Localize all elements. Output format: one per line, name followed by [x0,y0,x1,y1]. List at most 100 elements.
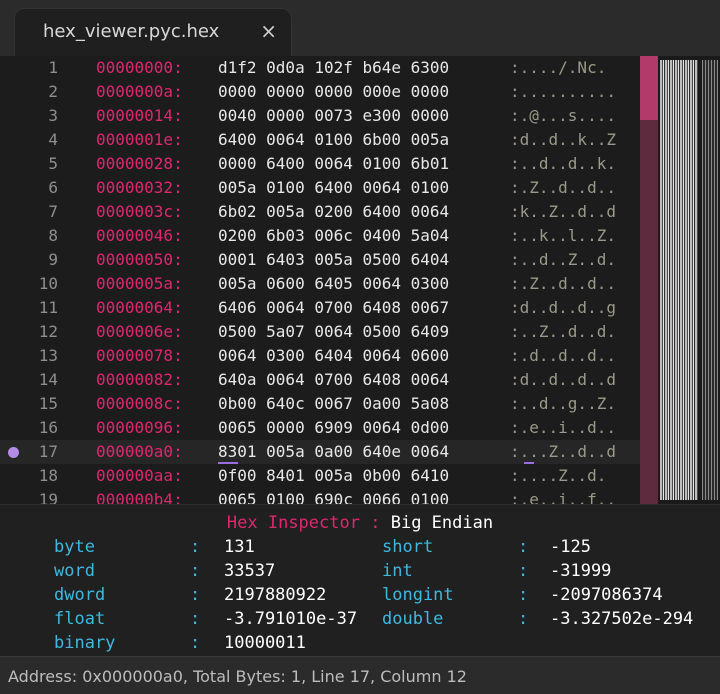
close-icon[interactable]: × [260,19,277,43]
hex-line[interactable]: 17 000000a0: 8301 005a 0a00 640e 0064:...Z… [0,440,640,464]
line-ascii: :d..d..k..Z [510,130,616,149]
line-ascii: :.@...s.... [510,106,616,125]
line-number: 10 [38,274,58,293]
line-number: 19 [38,490,58,504]
line-address: 00000028: [96,154,183,173]
line-ascii: :..../.Nc. [510,58,607,77]
line-hex-bytes: 6400 0064 0100 6b00 005a [218,130,450,149]
minimap-content [660,60,698,500]
line-hex-bytes: 0200 6b03 006c 0400 5a04 [218,226,450,245]
line-number: 4 [48,130,58,149]
line-ascii: :.e..i..d.. [510,418,616,437]
line-number: 1 [48,58,58,77]
hex-line[interactable]: 5 00000028: 0000 6400 0064 0100 6b01:..d..… [0,152,640,176]
line-address: 00000064: [96,298,183,317]
line-ascii: :.......... [510,82,616,101]
line-ascii: :k..Z..d..d [510,202,616,221]
hex-line[interactable]: 10 0000005a: 005a 0600 6405 0064 0300:.Z..… [0,272,640,296]
inspector-right-label: int [382,561,413,581]
line-hex-bytes: 0064 0300 6404 0064 0600 [218,346,450,365]
inspector-left-label: byte [54,537,95,557]
minimap[interactable] [658,56,720,504]
inspector-left-label: binary [54,633,116,653]
line-address: 000000a0: [96,442,183,461]
line-number: 7 [48,202,58,221]
line-number: 14 [38,370,58,389]
inspector-left-value: 131 [224,537,255,557]
hex-line[interactable]: 16 00000096: 0065 0000 6909 0064 0d00:.e..… [0,416,640,440]
inspector-left-value: 33537 [224,561,276,581]
line-hex-bytes: 005a 0600 6405 0064 0300 [218,274,450,293]
line-ascii: :.d..d..d.. [510,346,616,365]
line-address: 00000046: [96,226,183,245]
line-address: 00000078: [96,346,183,365]
hex-line[interactable]: 4 0000001e: 6400 0064 0100 6b00 005a :d..d.… [0,128,640,152]
inspector-right-label: double [382,609,444,629]
tab-hex-viewer[interactable]: hex_viewer.pyc.hex × [14,8,292,56]
line-ascii: :d..d..d..d [510,370,616,389]
line-address: 000000aa: [96,466,183,485]
inspector-endian[interactable]: Big Endian [391,513,493,533]
inspector-colon: : [518,609,529,629]
tab-bar: hex_viewer.pyc.hex × [0,0,720,56]
inspector-left-label: float [54,609,106,629]
line-hex-bytes: 6406 0064 0700 6408 0067 [218,298,450,317]
inspector-right-value: -2097086374 [550,585,663,605]
hex-line[interactable]: 19 000000b4: 0065 0100 690c 0066 0100:.e..… [0,488,640,504]
scrollbar[interactable] [640,56,658,504]
line-ascii: :..d..Z..d. [510,250,616,269]
hex-inspector-panel: Hex Inspector : Big Endian byte: 131 word:… [0,504,720,656]
line-address: 00000014: [96,106,183,125]
line-hex-bytes: 0b00 640c 0067 0a00 5a08 [218,394,450,413]
hex-line[interactable]: 12 0000006e: 0500 5a07 0064 0500 6409:..Z.… [0,320,640,344]
inspector-right-value: -3.327502e-294 [550,609,694,629]
inspector-colon: : [518,537,529,557]
inspector-left-label: dword [54,585,106,605]
inspector-left-value: 2197880922 [224,585,327,605]
hex-line[interactable]: 18 000000aa: 0f00 8401 005a 0b00 6410:....… [0,464,640,488]
line-number: 5 [48,154,58,173]
hex-line[interactable]: 9 00000050: 0001 6403 005a 0500 6404:..d..… [0,248,640,272]
hex-editor[interactable]: 1 00000000: d1f2 0d0a 102f b64e 6300:..../… [0,56,720,504]
hex-line[interactable]: 3 00000014: 0040 0000 0073 e300 0000:.@...… [0,104,640,128]
line-ascii: :....Z..d. [510,466,607,485]
line-number: 12 [38,322,58,341]
line-hex-bytes: 005a 0100 6400 0064 0100 [218,178,450,197]
inspector-right-label: short [382,537,434,557]
line-number: 2 [48,82,58,101]
line-hex-bytes: 0040 0000 0073 e300 0000 [218,106,450,125]
tab-title: hex_viewer.pyc.hex [43,21,220,42]
inspector-colon: : [190,633,201,653]
inspector-left-label: word [54,561,95,581]
inspector-title: Hex Inspector : Big Endian [0,513,720,533]
inspector-colon: : [518,585,529,605]
hex-line[interactable]: 15 0000008c: 0b00 640c 0067 0a00 5a08:..d.… [0,392,640,416]
line-hex-bytes: 8301 005a 0a00 640e 0064 [218,442,450,461]
line-hex-bytes: 0065 0000 6909 0064 0d00 [218,418,450,437]
hex-line[interactable]: 6 00000032: 005a 0100 6400 0064 0100:.Z..d… [0,176,640,200]
scrollbar-thumb[interactable] [640,56,658,120]
line-hex-bytes: 640a 0064 0700 6408 0064 [218,370,450,389]
line-address: 0000001e: [96,130,183,149]
line-hex-bytes: d1f2 0d0a 102f b64e 6300 [218,58,450,77]
hex-line[interactable]: 2 0000000a: 0000 0000 0000 000e 0000:.....… [0,80,640,104]
line-ascii: :.e..i..f.. [510,490,616,504]
inspector-right-value: -125 [550,537,591,557]
hex-line[interactable]: 8 00000046: 0200 6b03 006c 0400 5a04:..k..… [0,224,640,248]
line-address: 0000006e: [96,322,183,341]
hex-line[interactable]: 14 00000082: 640a 0064 0700 6408 0064:d..d… [0,368,640,392]
hex-line[interactable]: 13 00000078: 0064 0300 6404 0064 0600:.d..… [0,344,640,368]
line-ascii: :...Z..d..d [510,442,616,461]
line-number: 18 [38,466,58,485]
inspector-colon: : [190,537,201,557]
line-number: 16 [38,418,58,437]
hex-line[interactable]: 1 00000000: d1f2 0d0a 102f b64e 6300:..../… [0,56,640,80]
inspector-colon: : [190,561,201,581]
line-ascii: :..d..g..Z. [510,394,616,413]
hex-line[interactable]: 7 0000003c: 6b02 005a 0200 6400 0064:k..Z.… [0,200,640,224]
line-address: 0000005a: [96,274,183,293]
line-address: 00000032: [96,178,183,197]
inspector-title-separator: : [370,513,381,533]
hex-line[interactable]: 11 00000064: 6406 0064 0700 6408 0067:d..d… [0,296,640,320]
line-number: 9 [48,250,58,269]
